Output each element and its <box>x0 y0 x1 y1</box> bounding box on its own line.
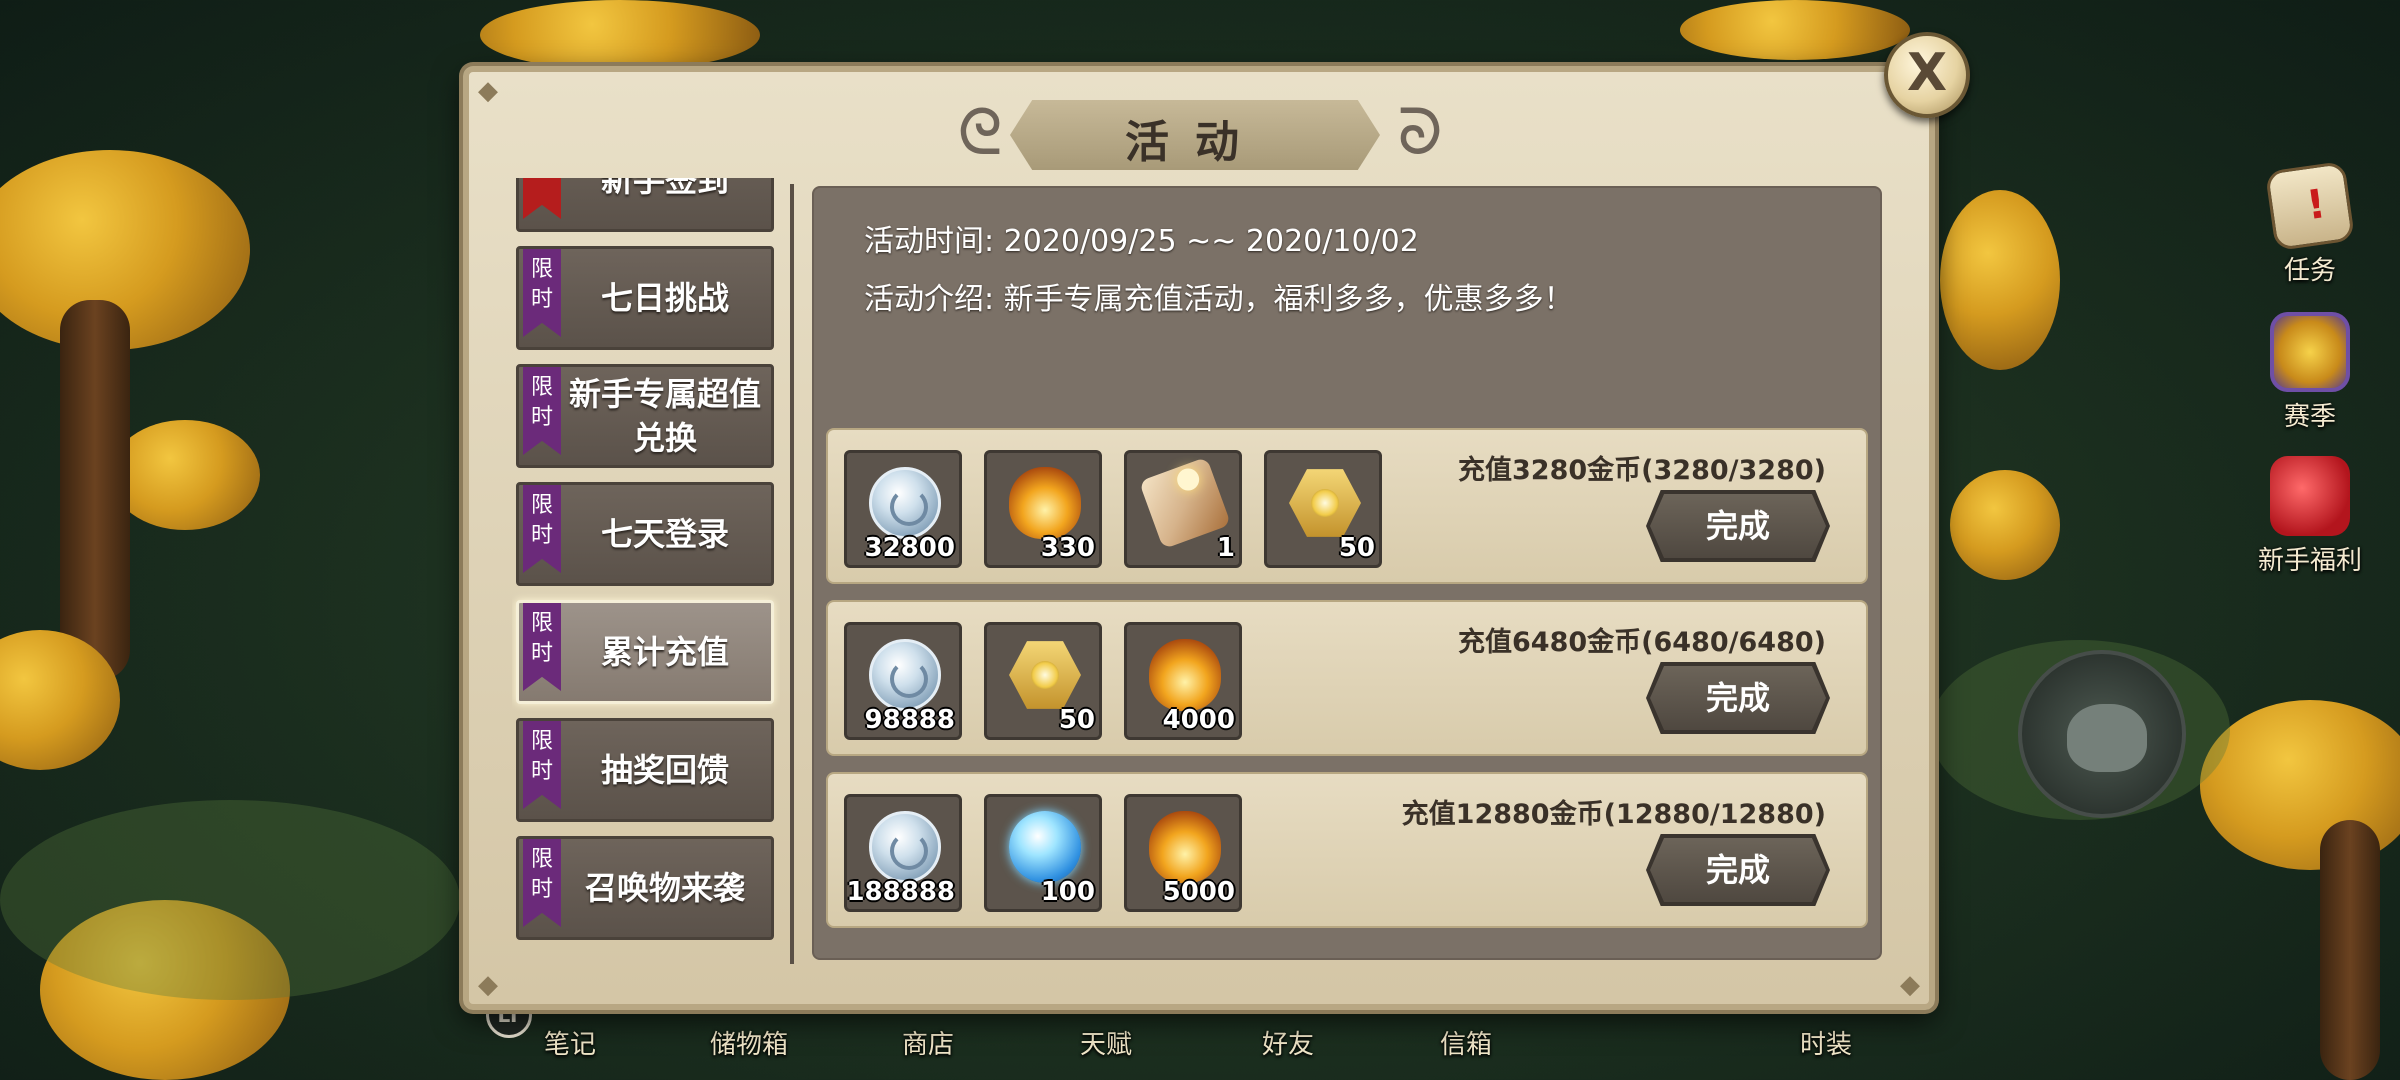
item-quantity: 5000 <box>1162 877 1235 907</box>
activity-intro: 活动介绍: 新手专属充值活动，福利多多，优惠多多！ <box>864 282 1574 317</box>
ground-patch <box>0 800 460 1000</box>
silver-coin-icon <box>869 467 941 539</box>
tree-trunk <box>60 300 130 680</box>
recharge-requirement: 充值3280金币(3280/3280) <box>1458 455 1826 486</box>
task-scroll-icon <box>2264 160 2356 252</box>
item-quantity: 1 <box>1216 533 1235 563</box>
item-quantity: 330 <box>1040 533 1095 563</box>
tree-canopy <box>1680 0 1910 60</box>
fire-egg-icon <box>1009 467 1081 539</box>
tab-lottery-feedback[interactable]: 限时 抽奖回馈 <box>516 718 774 822</box>
tab-label: 累计充值 <box>600 633 729 671</box>
tab-newbie-exchange[interactable]: 限时 新手专属超值兑换 <box>516 364 774 468</box>
activity-tab-list[interactable]: 新手签到 限时 七日挑战 限时 新手专属超值兑换 限时 七天登录 限时 累计充值… <box>512 178 780 948</box>
tab-label: 七日挑战 <box>600 279 729 317</box>
complete-button[interactable]: 完成 <box>1650 666 1826 730</box>
tab-label: 召唤物来袭 <box>584 869 745 907</box>
panel-corner-ornament: ◆ <box>478 970 498 1000</box>
item-quantity: 4000 <box>1162 705 1235 735</box>
reward-row: 32800 330 1 50 充值3280金币(3280/3280) 完成 <box>826 428 1868 584</box>
fire-egg-icon <box>1149 811 1221 883</box>
tab-summon-raid[interactable]: 限时 召唤物来袭 <box>516 836 774 940</box>
complete-button[interactable]: 完成 <box>1650 494 1826 558</box>
attack-button[interactable] <box>2018 650 2186 818</box>
recharge-requirement: 充值12880金币(12880/12880) <box>1401 799 1826 830</box>
newbie-welfare-button[interactable]: 新手福利 <box>2240 456 2380 577</box>
complete-button[interactable]: 完成 <box>1650 838 1826 902</box>
reward-item-slot[interactable]: 5000 <box>1124 794 1242 912</box>
fire-egg-icon <box>1149 639 1221 711</box>
reward-item-slot[interactable]: 50 <box>1264 450 1382 568</box>
tab-label: 七天登录 <box>600 515 729 553</box>
tab-badge: 限时 <box>523 367 561 455</box>
task-label: 任务 <box>2283 256 2336 286</box>
season-button[interactable]: 赛季 <box>2240 312 2380 433</box>
panel-divider <box>790 184 794 964</box>
tab-cumulative-recharge[interactable]: 限时 累计充值 <box>516 600 774 704</box>
reward-row: 188888 100 5000 充值12880金币(12880/12880) 完… <box>826 772 1868 928</box>
bottom-storage-button[interactable]: 储物箱 <box>710 1024 788 1061</box>
paw-icon <box>2067 704 2147 772</box>
item-quantity: 50 <box>1058 705 1095 735</box>
reward-item-slot[interactable]: 1 <box>1124 450 1242 568</box>
blue-orb-icon <box>1009 811 1081 883</box>
reward-item-slot[interactable]: 330 <box>984 450 1102 568</box>
item-quantity: 188888 <box>846 877 955 907</box>
newbie-welfare-label: 新手福利 <box>2257 546 2362 576</box>
item-quantity: 32800 <box>864 533 955 563</box>
tab-label: 新手专属超值兑换 <box>568 375 761 457</box>
tab-newbie-signin[interactable]: 新手签到 <box>516 178 774 232</box>
item-quantity: 98888 <box>864 705 955 735</box>
tab-seven-day-login[interactable]: 限时 七天登录 <box>516 482 774 586</box>
tab-seven-day-challenge[interactable]: 限时 七日挑战 <box>516 246 774 350</box>
tree-trunk <box>2320 820 2380 1080</box>
gold-hex-gem-icon <box>1009 641 1081 709</box>
bottom-fashion-button[interactable]: 时装 <box>1800 1024 1852 1061</box>
reward-row: 98888 50 4000 充值6480金币(6480/6480) 完成 <box>826 600 1868 756</box>
item-quantity: 50 <box>1338 533 1375 563</box>
bottom-mailbox-button[interactable]: 信箱 <box>1440 1024 1492 1061</box>
reward-item-slot[interactable]: 32800 <box>844 450 962 568</box>
bottom-talent-button[interactable]: 天赋 <box>1080 1024 1132 1061</box>
reward-item-slot[interactable]: 4000 <box>1124 622 1242 740</box>
reward-item-slot[interactable]: 50 <box>984 622 1102 740</box>
tab-label: 新手签到 <box>600 178 729 199</box>
tree-canopy <box>1940 190 2060 370</box>
tab-badge: 限时 <box>523 721 561 809</box>
reward-item-slot[interactable]: 100 <box>984 794 1102 912</box>
gift-bag-icon <box>2270 456 2350 536</box>
season-trophy-icon <box>2270 312 2350 392</box>
tab-badge <box>523 178 561 219</box>
close-icon: X <box>1906 43 1948 103</box>
tree-canopy <box>1950 470 2060 580</box>
bottom-notes-button[interactable]: 笔记 <box>544 1024 596 1061</box>
recharge-requirement: 充值6480金币(6480/6480) <box>1458 627 1826 658</box>
tab-badge: 限时 <box>523 603 561 691</box>
gold-hex-gem-icon <box>1289 469 1361 537</box>
reward-item-slot[interactable]: 98888 <box>844 622 962 740</box>
tree-canopy <box>480 0 760 70</box>
activity-time: 活动时间: 2020/09/25 ~~ 2020/10/02 <box>864 224 1419 259</box>
silver-coin-icon <box>869 639 941 711</box>
task-button[interactable]: 任务 <box>2240 160 2380 287</box>
title-swirl-right-icon: ᘐ <box>1397 96 1443 170</box>
tab-badge: 限时 <box>523 485 561 573</box>
bottom-shop-button[interactable]: 商店 <box>902 1024 954 1061</box>
tree-canopy <box>110 420 260 530</box>
tab-label: 抽奖回馈 <box>600 751 729 789</box>
panel-corner-ornament: ◆ <box>1900 970 1920 1000</box>
panel-corner-ornament: ◆ <box>478 76 498 106</box>
silver-coin-icon <box>869 811 941 883</box>
season-label: 赛季 <box>2283 402 2336 432</box>
tab-badge: 限时 <box>523 249 561 337</box>
panel-title: 活动 <box>1125 117 1265 168</box>
bottom-friends-button[interactable]: 好友 <box>1262 1024 1314 1061</box>
reward-item-slot[interactable]: 188888 <box>844 794 962 912</box>
close-button[interactable]: X <box>1884 32 1970 118</box>
tab-badge: 限时 <box>523 839 561 927</box>
item-quantity: 100 <box>1040 877 1095 907</box>
